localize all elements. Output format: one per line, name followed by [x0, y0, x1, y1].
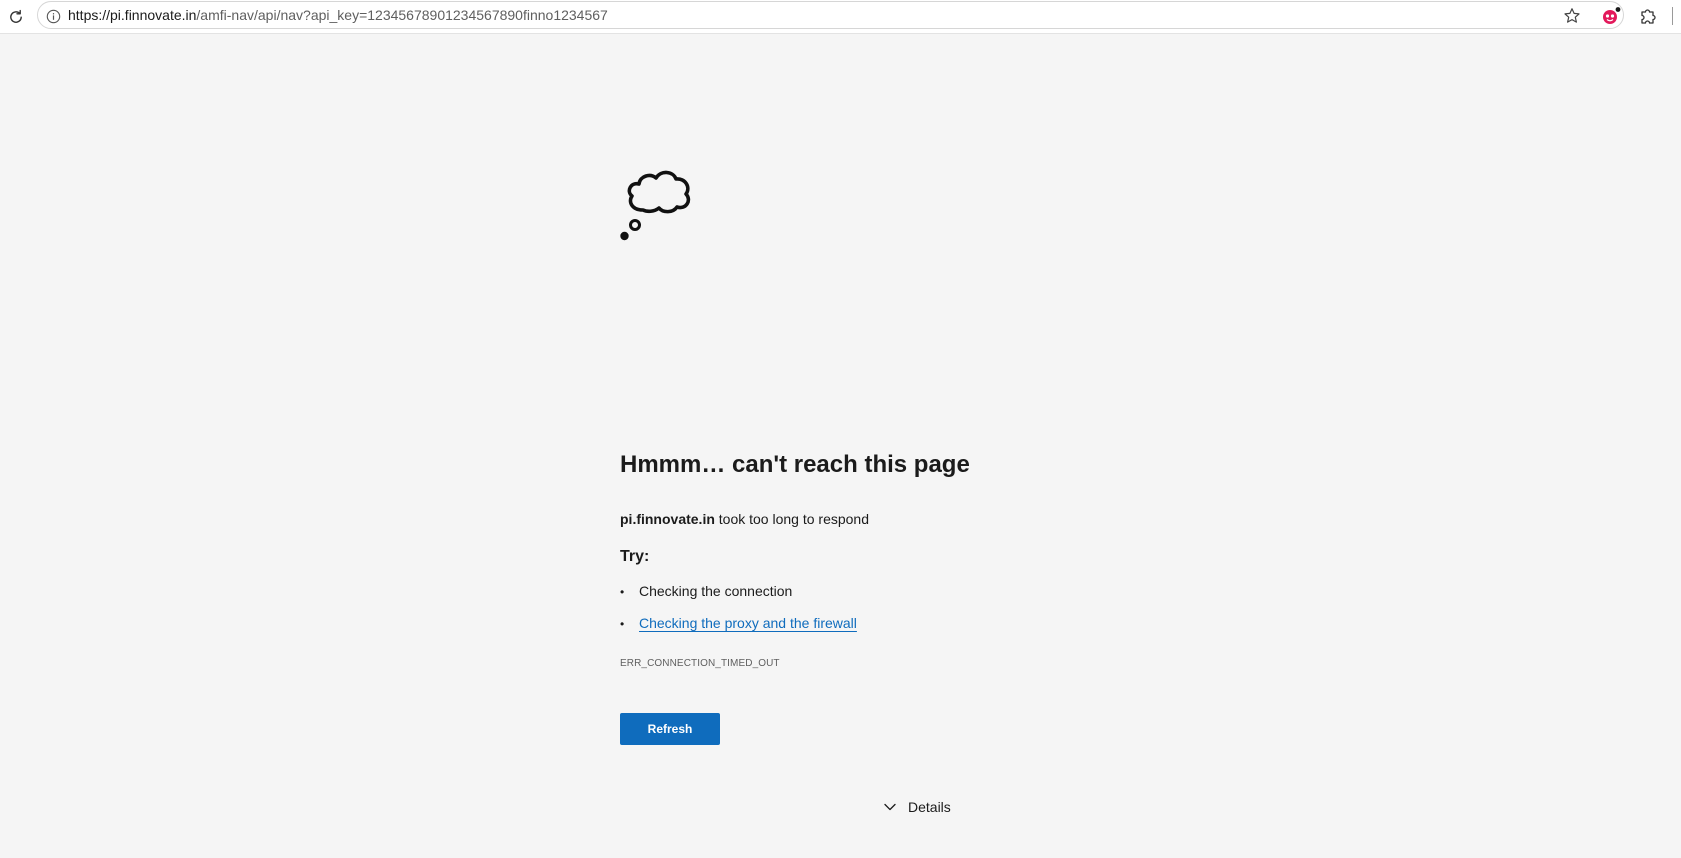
refresh-button[interactable]: Refresh [620, 713, 720, 745]
url-text[interactable]: https://pi.finnovate.in/amfi-nav/api/nav… [68, 2, 608, 28]
error-host: pi.finnovate.in [620, 511, 715, 527]
suggestion-item: • Checking the proxy and the firewall [620, 615, 857, 631]
suggestion-text: Checking the connection [639, 583, 793, 599]
thought-cloud-icon [620, 165, 696, 243]
bullet-dot: • [620, 617, 625, 631]
address-bar[interactable]: https://pi.finnovate.in/amfi-nav/api/nav… [37, 1, 1624, 29]
try-label: Try: [620, 548, 650, 565]
bullet-dot: • [620, 585, 625, 599]
url-host: https://pi.finnovate.in [68, 7, 197, 23]
suggestion-item: • Checking the connection [620, 583, 792, 599]
url-path: /amfi-nav/api/nav?api_key=12345678901234… [196, 7, 608, 23]
star-icon[interactable] [1562, 6, 1582, 26]
details-label: Details [908, 799, 951, 815]
page-title: Hmmm… can't reach this page [620, 451, 970, 478]
extension-avatar-icon[interactable] [1601, 5, 1623, 27]
error-description-text: took too long to respond [714, 511, 869, 527]
error-code: ERR_CONNECTION_TIMED_OUT [620, 658, 780, 669]
info-icon[interactable] [44, 7, 62, 25]
chevron-down-icon [883, 800, 897, 814]
reload-icon[interactable] [5, 6, 27, 28]
details-toggle[interactable]: Details [883, 797, 951, 817]
proxy-firewall-link[interactable]: Checking the proxy and the firewall [639, 615, 857, 631]
browser-toolbar: https://pi.finnovate.in/amfi-nav/api/nav… [0, 0, 1681, 34]
puzzle-icon[interactable] [1637, 5, 1659, 27]
toolbar-divider [1672, 7, 1673, 25]
error-description: pi.finnovate.in took too long to respond [620, 511, 869, 527]
